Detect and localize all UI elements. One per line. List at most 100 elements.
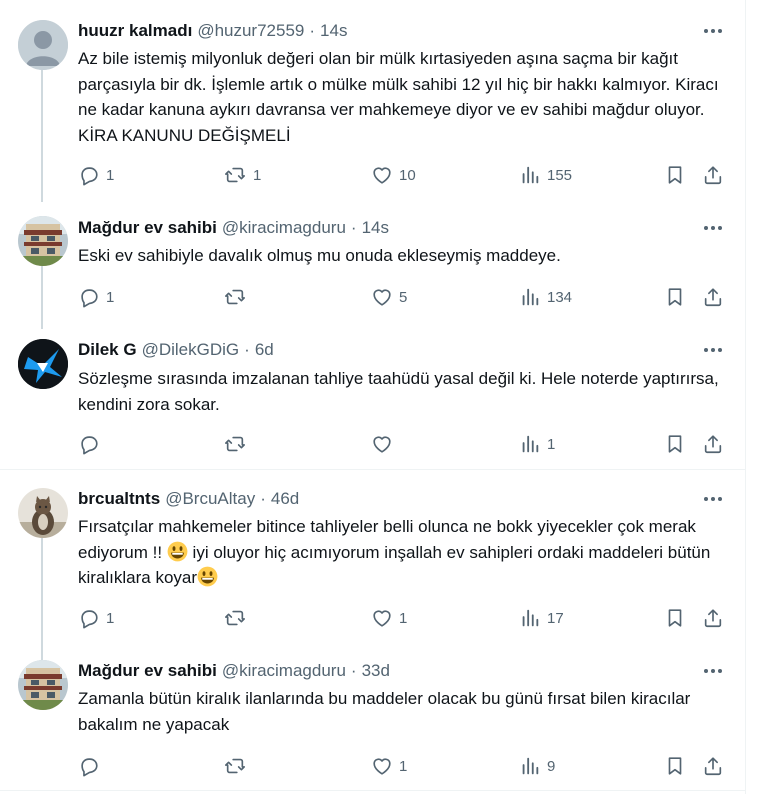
- bottom-divider: [0, 790, 746, 791]
- default-avatar-icon: [18, 20, 68, 70]
- bookmark-button[interactable]: [664, 753, 686, 779]
- like-icon: [373, 289, 391, 306]
- retweet-icon: [225, 610, 245, 626]
- like-button[interactable]: 1: [371, 753, 407, 779]
- views-count: 134: [547, 288, 573, 306]
- reply-button[interactable]: [78, 431, 106, 457]
- views-button[interactable]: 17: [519, 605, 564, 631]
- bookmark-button[interactable]: [664, 162, 686, 188]
- more-button[interactable]: [700, 21, 726, 41]
- share-button[interactable]: [702, 284, 724, 310]
- retweet-icon: [225, 167, 245, 183]
- reply-button[interactable]: 1: [78, 605, 114, 631]
- share-icon: [704, 609, 722, 628]
- bookmark-icon: [668, 166, 682, 184]
- share-icon: [704, 757, 722, 776]
- building-photo-icon: [18, 660, 68, 710]
- bird-avatar-icon: [18, 339, 68, 389]
- reply-icon: [81, 436, 98, 455]
- reply-icon: [81, 758, 98, 777]
- like-count: 10: [399, 166, 416, 184]
- display-name[interactable]: brcualtnts: [78, 489, 160, 509]
- views-icon: [522, 166, 539, 184]
- views-button[interactable]: 9: [519, 753, 555, 779]
- share-button[interactable]: [702, 753, 724, 779]
- bookmark-icon: [668, 609, 682, 627]
- thread-connector: [41, 70, 43, 202]
- like-icon: [373, 610, 391, 627]
- like-button[interactable]: 1: [371, 605, 407, 631]
- thread-connector: [41, 266, 43, 329]
- more-button[interactable]: [700, 489, 726, 509]
- retweet-button[interactable]: [223, 284, 253, 310]
- like-button[interactable]: 5: [371, 284, 407, 310]
- like-icon: [373, 167, 391, 184]
- avatar[interactable]: [18, 488, 68, 538]
- more-button[interactable]: [700, 661, 726, 681]
- share-button[interactable]: [702, 431, 724, 457]
- display-name[interactable]: huuzr kalmadı: [78, 21, 192, 41]
- more-button[interactable]: [700, 340, 726, 360]
- timestamp[interactable]: 14s: [362, 218, 389, 238]
- avatar[interactable]: [18, 216, 68, 266]
- separator-dot: ·: [309, 21, 316, 40]
- building-photo-icon: [18, 216, 68, 266]
- separator-dot: ·: [244, 340, 250, 359]
- like-count: 1: [399, 609, 408, 627]
- tweet-text: Eski ev sahibiyle davalık olmuş mu onuda…: [78, 246, 561, 265]
- retweet-icon: [225, 436, 245, 452]
- views-count: 155: [547, 166, 573, 184]
- user-handle[interactable]: @kiracimagduru: [222, 661, 346, 681]
- views-icon: [522, 435, 539, 453]
- tweet-text: Fırsatçılar mahkemeler bitince tahliyele…: [78, 514, 728, 591]
- grinning-face-emoji-icon: [197, 566, 218, 587]
- like-button[interactable]: [371, 431, 399, 457]
- more-button[interactable]: [700, 218, 726, 238]
- share-icon: [704, 166, 722, 185]
- retweet-button[interactable]: [223, 431, 253, 457]
- timestamp[interactable]: 46d: [271, 489, 299, 509]
- views-button[interactable]: 155: [519, 162, 572, 188]
- retweet-button[interactable]: 1: [223, 162, 261, 188]
- cat-photo-icon: [18, 488, 68, 538]
- action-bar: 1: [78, 431, 738, 457]
- display-name[interactable]: Mağdur ev sahibi: [78, 661, 217, 681]
- display-name[interactable]: Mağdur ev sahibi: [78, 218, 217, 238]
- tweet-text: Zamanla bütün kiralık ilanlarında bu mad…: [78, 689, 691, 734]
- bookmark-button[interactable]: [664, 605, 686, 631]
- reply-icon: [81, 610, 98, 629]
- avatar[interactable]: [18, 339, 68, 389]
- like-button[interactable]: 10: [371, 162, 416, 188]
- timestamp[interactable]: 6d: [255, 340, 274, 360]
- thread-divider: [0, 469, 746, 470]
- like-count: 5: [399, 288, 408, 306]
- avatar[interactable]: [18, 20, 68, 70]
- views-button[interactable]: 1: [519, 431, 555, 457]
- tweet-text: Az bile istemiş milyonluk değeri olan bi…: [78, 49, 719, 145]
- share-button[interactable]: [702, 162, 724, 188]
- user-handle[interactable]: @huzur72559: [197, 21, 304, 41]
- more-icon: [704, 348, 722, 352]
- retweet-button[interactable]: [223, 753, 253, 779]
- reply-button[interactable]: 1: [78, 284, 114, 310]
- bookmark-button[interactable]: [664, 284, 686, 310]
- views-button[interactable]: 134: [519, 284, 572, 310]
- avatar[interactable]: [18, 660, 68, 710]
- timestamp[interactable]: 33d: [362, 661, 390, 681]
- user-handle[interactable]: @kiracimagduru: [222, 218, 346, 238]
- retweet-button[interactable]: [223, 605, 253, 631]
- user-handle[interactable]: @BrcuAltay: [165, 489, 255, 509]
- separator-dot: ·: [350, 661, 357, 680]
- separator-dot: ·: [350, 218, 357, 237]
- views-icon: [522, 288, 539, 306]
- share-button[interactable]: [702, 605, 724, 631]
- user-handle[interactable]: @DilekGDiG: [142, 340, 240, 360]
- action-bar: 1 1 10 155: [78, 162, 738, 188]
- reply-button[interactable]: [78, 753, 106, 779]
- display-name[interactable]: Dilek G: [78, 340, 137, 360]
- bookmark-button[interactable]: [664, 431, 686, 457]
- bookmark-icon: [668, 757, 682, 775]
- timestamp[interactable]: 14s: [320, 21, 347, 41]
- views-count: 9: [547, 757, 556, 775]
- reply-button[interactable]: 1: [78, 162, 114, 188]
